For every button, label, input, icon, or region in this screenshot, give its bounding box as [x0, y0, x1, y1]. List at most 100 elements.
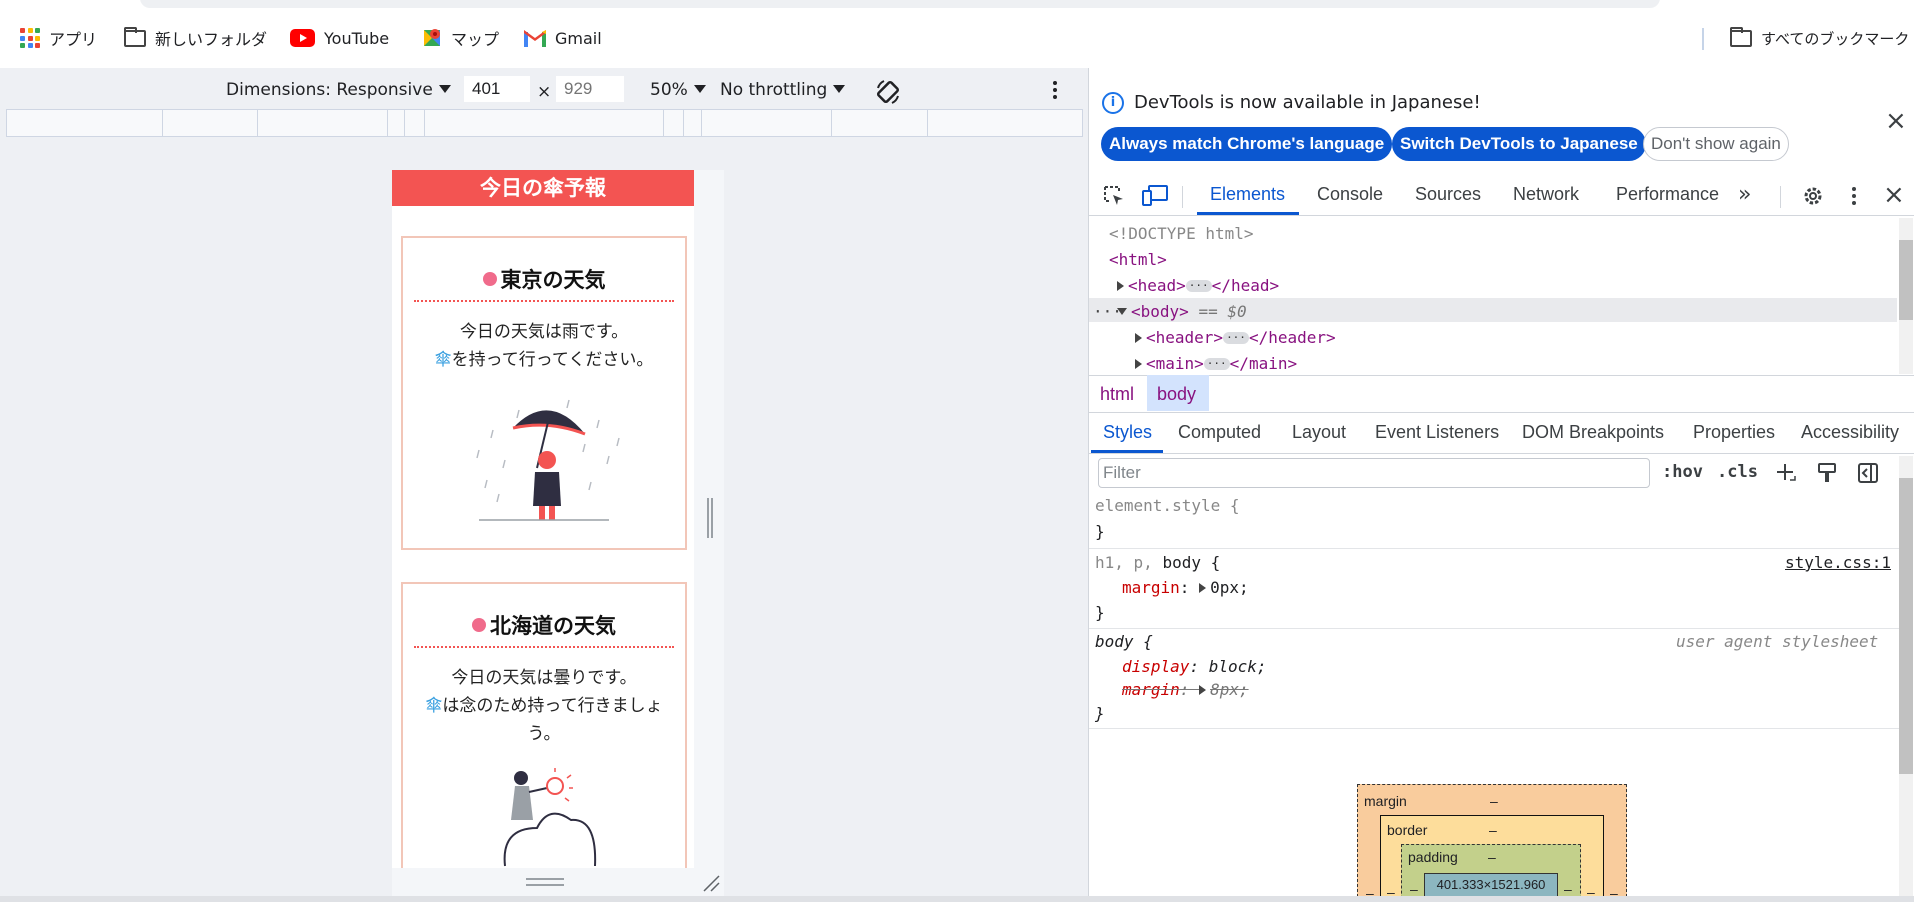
- width-input[interactable]: [464, 76, 530, 102]
- styles-filter-input[interactable]: Filter: [1098, 458, 1650, 488]
- subtab-styles[interactable]: Styles: [1103, 422, 1152, 443]
- dom-scrollbar-thumb[interactable]: [1899, 240, 1913, 320]
- toggle-sidebar-icon[interactable]: [1857, 462, 1879, 484]
- language-info-message: DevTools is now available in Japanese!: [1134, 92, 1481, 113]
- switch-to-japanese-button[interactable]: Switch DevTools to Japanese: [1392, 127, 1646, 161]
- devtools-menu-icon[interactable]: [1851, 186, 1857, 208]
- subtab-accessibility[interactable]: Accessibility: [1801, 422, 1899, 443]
- box-model-margin-value[interactable]: –: [1490, 793, 1498, 809]
- bookmark-gmail[interactable]: Gmail: [524, 24, 602, 52]
- bottom-grip-icon[interactable]: [526, 878, 564, 886]
- more-options-icon[interactable]: [1052, 80, 1058, 102]
- bookmark-apps[interactable]: アプリ: [20, 24, 97, 52]
- expand-arrow-icon[interactable]: [1199, 583, 1207, 593]
- rule-separator: [1089, 628, 1899, 629]
- close-infobar-icon[interactable]: ×: [1885, 108, 1907, 134]
- subtab-computed[interactable]: Computed: [1178, 422, 1261, 443]
- box-model-diagram: margin – – – border – – – padding – – – …: [1357, 784, 1627, 902]
- inspect-element-icon[interactable]: [1102, 184, 1126, 208]
- dom-scrollbar[interactable]: [1899, 218, 1913, 374]
- dom-main[interactable]: <main> ··· </main>: [1135, 354, 1297, 373]
- close-devtools-icon[interactable]: ×: [1883, 182, 1905, 208]
- height-input[interactable]: [556, 76, 624, 102]
- corner-resize-icon[interactable]: [702, 874, 720, 892]
- expand-arrow-icon[interactable]: [1199, 685, 1207, 695]
- dom-html[interactable]: <html>: [1109, 250, 1167, 269]
- subtab-event-listeners[interactable]: Event Listeners: [1375, 422, 1499, 443]
- card-title: 北海道の天気: [414, 610, 674, 648]
- throttling-dropdown[interactable]: No throttling: [720, 80, 846, 100]
- expand-arrow-icon[interactable]: [1117, 281, 1124, 291]
- tab-sources[interactable]: Sources: [1415, 184, 1481, 205]
- youtube-icon: [290, 29, 315, 47]
- tab-console[interactable]: Console: [1317, 184, 1383, 205]
- always-match-language-button[interactable]: Always match Chrome's language: [1101, 127, 1393, 161]
- dom-body[interactable]: <body> == $0: [1117, 302, 1247, 321]
- rule2-selector[interactable]: body {: [1095, 632, 1153, 651]
- rule-separator: [1089, 548, 1899, 549]
- pink-dot-icon: [482, 272, 497, 286]
- expand-arrow-icon[interactable]: [1135, 359, 1142, 369]
- box-model-border: border – – – padding – – – 401.333×1521.…: [1380, 815, 1604, 902]
- maps-icon: [424, 29, 440, 46]
- dom-header[interactable]: <header> ··· </header>: [1135, 328, 1336, 347]
- breadcrumb-html[interactable]: html: [1100, 384, 1134, 405]
- rain-umbrella-illustration: [476, 399, 620, 521]
- rule-close-brace: }: [1095, 704, 1105, 723]
- bookmark-folder-label: 新しいフォルダ: [155, 30, 268, 49]
- paint-brush-icon[interactable]: [1816, 462, 1838, 484]
- styles-scrollbar[interactable]: [1899, 456, 1913, 902]
- umbrella-word: 傘: [434, 350, 452, 370]
- box-model-padding-left[interactable]: –: [1410, 881, 1418, 897]
- settings-gear-icon[interactable]: [1801, 184, 1825, 208]
- rotate-icon[interactable]: [874, 78, 902, 106]
- rule2-declaration-display[interactable]: display: block;: [1122, 657, 1267, 676]
- subtab-layout[interactable]: Layout: [1292, 422, 1346, 443]
- card-title: 東京の天気: [414, 264, 674, 302]
- subtab-dom-breakpoints[interactable]: DOM Breakpoints: [1522, 422, 1664, 443]
- box-model-padding-right[interactable]: –: [1564, 881, 1572, 897]
- rule1-declaration[interactable]: margin: 0px;: [1122, 578, 1249, 597]
- tab-elements[interactable]: Elements: [1210, 184, 1285, 205]
- rule-close-brace: }: [1095, 522, 1105, 541]
- more-tabs-icon[interactable]: »: [1738, 182, 1751, 207]
- breadcrumb-body[interactable]: body: [1157, 384, 1196, 405]
- subtab-properties[interactable]: Properties: [1693, 422, 1775, 443]
- dom-head[interactable]: <head> ··· </head>: [1117, 276, 1279, 295]
- bookmark-maps[interactable]: マップ: [422, 24, 499, 52]
- tab-performance[interactable]: Performance: [1616, 184, 1719, 205]
- bookmark-folder[interactable]: 新しいフォルダ: [124, 24, 267, 52]
- zoom-label: 50%: [650, 80, 688, 100]
- rule-close-brace: }: [1095, 603, 1105, 622]
- styles-scrollbar-thumb[interactable]: [1899, 478, 1913, 774]
- collapse-arrow-icon[interactable]: [1117, 308, 1127, 315]
- apps-grid-icon: [20, 28, 40, 48]
- expand-arrow-icon[interactable]: [1135, 333, 1142, 343]
- rule2-declaration-margin-overridden[interactable]: margin: 8px;: [1122, 680, 1249, 699]
- dimensions-dropdown[interactable]: Dimensions: Responsive: [226, 80, 451, 100]
- tab-network[interactable]: Network: [1513, 184, 1579, 205]
- resize-handle-icon[interactable]: [707, 498, 713, 538]
- new-style-rule-icon[interactable]: [1775, 462, 1797, 484]
- media-query-ruler[interactable]: [6, 109, 1083, 137]
- tab-divider: [1182, 186, 1183, 208]
- zoom-dropdown[interactable]: 50%: [650, 80, 706, 100]
- cls-toggle[interactable]: .cls: [1717, 462, 1758, 482]
- device-resize-bottom[interactable]: [392, 868, 724, 898]
- box-model-padding-value[interactable]: –: [1488, 849, 1496, 865]
- rule1-selector[interactable]: h1, p, body {: [1095, 553, 1220, 572]
- cloud-illustration: [503, 768, 597, 867]
- element-style-selector[interactable]: element.style {: [1095, 496, 1240, 515]
- device-toolbar-icon[interactable]: [1141, 184, 1169, 208]
- bookmark-youtube[interactable]: YouTube: [290, 24, 389, 52]
- bookmark-all[interactable]: すべてのブックマーク: [1730, 24, 1909, 52]
- tab-active-indicator: [1197, 212, 1299, 215]
- rule1-source-link[interactable]: style.css:1: [1785, 553, 1891, 572]
- box-model-border-value[interactable]: –: [1489, 822, 1497, 838]
- info-icon: i: [1102, 92, 1124, 114]
- window-bottom-edge: [0, 896, 1914, 902]
- hov-toggle[interactable]: :hov: [1662, 462, 1703, 482]
- dont-show-again-button[interactable]: Don't show again: [1643, 127, 1789, 161]
- card-title-text: 北海道の天気: [490, 614, 616, 638]
- device-viewport[interactable]: 今日の傘予報 東京の天気 今日の天気は雨です。 傘を持って行ってください。 北海道…: [392, 170, 694, 868]
